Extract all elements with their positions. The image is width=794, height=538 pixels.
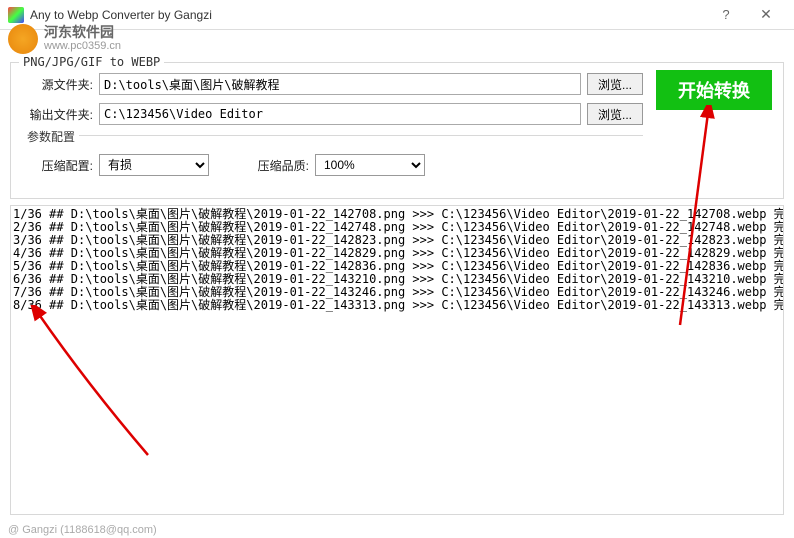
params-legend: 参数配置 [23,128,79,145]
output-label: 输出文件夹: [23,106,93,123]
log-output[interactable]: 1/36 ## D:\tools\桌面\图片\破解教程\2019-01-22_1… [10,205,784,515]
groupbox-legend: PNG/JPG/GIF to WEBP [19,55,164,69]
log-line: 8/36 ## D:\tools\桌面\图片\破解教程\2019-01-22_1… [13,299,781,312]
source-input[interactable] [99,73,581,95]
watermark-url: www.pc0359.cn [44,39,121,53]
help-button[interactable]: ? [706,1,746,29]
compress-label: 压缩配置: [23,157,93,174]
watermark-site: 河东软件园 [44,25,121,39]
source-label: 源文件夹: [23,76,93,93]
start-convert-button[interactable]: 开始转换 [656,70,772,110]
quality-select[interactable]: 100% [315,154,425,176]
watermark-icon [8,24,38,54]
app-icon [8,7,24,23]
compress-select[interactable]: 有损 [99,154,209,176]
watermark: 河东软件园 www.pc0359.cn [8,24,121,54]
output-browse-button[interactable]: 浏览... [587,103,643,125]
footer-credit: @ Gangzi (1188618@qq.com) [8,524,157,536]
quality-label: 压缩品质: [249,157,309,174]
source-browse-button[interactable]: 浏览... [587,73,643,95]
output-input[interactable] [99,103,581,125]
close-button[interactable]: ✕ [746,1,786,29]
window-title: Any to Webp Converter by Gangzi [30,8,706,22]
